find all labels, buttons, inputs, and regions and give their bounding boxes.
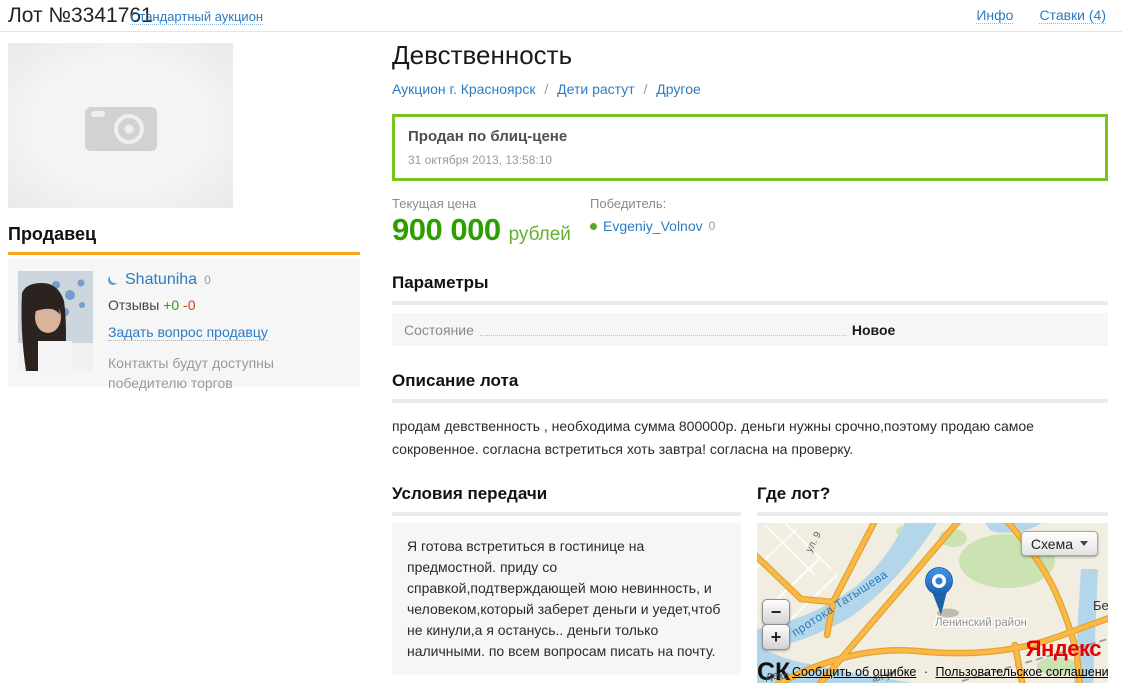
- seller-avatar: [18, 271, 93, 371]
- auction-type-link[interactable]: Стандартный аукцион: [130, 9, 263, 25]
- description-text: продам девственность , необходима сумма …: [392, 415, 1108, 461]
- breadcrumb: Аукцион г. Красноярск / Дети растут / Др…: [392, 81, 1108, 97]
- lot-title: Девственность: [392, 40, 1108, 71]
- parameters-section: Параметры Состояние Новое: [392, 273, 1108, 346]
- section-divider: [392, 512, 741, 516]
- map-footer-links: Сообщить об ошибке · Пользовательское со…: [792, 665, 1108, 679]
- price-amount: 900 000: [392, 212, 501, 248]
- winner-label: Победитель:: [590, 196, 715, 211]
- contacts-note: Контакты будут доступны победителю торго…: [108, 353, 356, 394]
- sold-status-date: 31 октября 2013, 13:58:10: [408, 153, 1092, 167]
- breadcrumb-separator: /: [544, 81, 548, 97]
- yandex-logo: Яндекс: [1026, 636, 1101, 662]
- report-error-link[interactable]: Сообщить об ошибке: [792, 665, 916, 679]
- winner-status-icon: [590, 223, 597, 230]
- map-links-separator: ·: [924, 665, 928, 679]
- description-title: Описание лота: [392, 371, 1108, 391]
- transfer-section: Условия передачи Я готова встретиться в …: [392, 484, 741, 683]
- parameter-row: Состояние Новое: [392, 313, 1108, 346]
- parameter-value: Новое: [852, 322, 895, 338]
- seller-rating: 0: [204, 273, 211, 287]
- sold-status-box: Продан по блиц-цене 31 октября 2013, 13:…: [392, 114, 1108, 181]
- section-divider: [392, 399, 1108, 403]
- lot-photo-placeholder: [8, 43, 233, 208]
- seller-accent-bar: [8, 252, 360, 255]
- feedback-positive: +0: [163, 297, 179, 313]
- terms-link[interactable]: Пользовательское соглашение: [935, 665, 1108, 679]
- breadcrumb-city[interactable]: Аукцион г. Красноярск: [392, 81, 535, 97]
- feedback-label: Отзывы: [108, 297, 159, 313]
- map-district-label: Ленинский район: [935, 617, 1027, 629]
- ask-seller-link[interactable]: Задать вопрос продавцу: [108, 324, 268, 341]
- zoom-in-button[interactable]: +: [762, 624, 790, 650]
- breadcrumb-separator: /: [644, 81, 648, 97]
- description-section: Описание лота продам девственность , нео…: [392, 371, 1108, 461]
- current-price-label: Текущая цена: [392, 196, 590, 211]
- winner-rating: 0: [709, 219, 716, 233]
- caret-down-icon: [1080, 541, 1088, 546]
- feedback-negative: -0: [183, 297, 195, 313]
- breadcrumb-category[interactable]: Дети растут: [557, 81, 634, 97]
- dotted-leader: [480, 323, 846, 336]
- transfer-title: Условия передачи: [392, 484, 741, 504]
- location-section: Где лот?: [757, 484, 1108, 683]
- location-title: Где лот?: [757, 484, 1108, 504]
- map-layer-button-label: Схема: [1031, 536, 1073, 552]
- yandex-map[interactable]: протока Татышева ул. 9 ая ул. Ленинский …: [757, 523, 1108, 683]
- winner-name-link[interactable]: Evgeniy_Volnov: [603, 218, 703, 234]
- map-layer-button[interactable]: Схема: [1021, 531, 1098, 556]
- map-zoom-controls: − +: [762, 599, 790, 650]
- section-divider: [392, 301, 1108, 305]
- zoom-out-button[interactable]: −: [762, 599, 790, 625]
- price-currency: рублей: [509, 224, 571, 246]
- parameter-name: Состояние: [404, 322, 474, 338]
- map-attribution-partial: декс: [766, 670, 789, 682]
- page-header: Лот №3341761 Стандартный аукцион Инфо Ст…: [0, 0, 1122, 32]
- seller-status-icon: [108, 275, 118, 285]
- parameters-title: Параметры: [392, 273, 1108, 293]
- breadcrumb-subcategory[interactable]: Другое: [656, 81, 700, 97]
- info-link[interactable]: Инфо: [976, 7, 1013, 24]
- map-right-partial-label: Бе: [1093, 598, 1108, 613]
- camera-icon: [83, 99, 159, 153]
- seller-card: Shatuniha 0 Отзывы +0 -0 Задать вопрос п…: [8, 259, 360, 387]
- bids-link[interactable]: Ставки (4): [1039, 7, 1106, 24]
- seller-name-link[interactable]: Shatuniha: [125, 271, 197, 289]
- sold-status-title: Продан по блиц-цене: [408, 128, 1092, 145]
- seller-section-title: Продавец: [8, 224, 96, 245]
- transfer-text: Я готова встретиться в гостинице на пред…: [392, 523, 741, 675]
- section-divider: [757, 512, 1108, 516]
